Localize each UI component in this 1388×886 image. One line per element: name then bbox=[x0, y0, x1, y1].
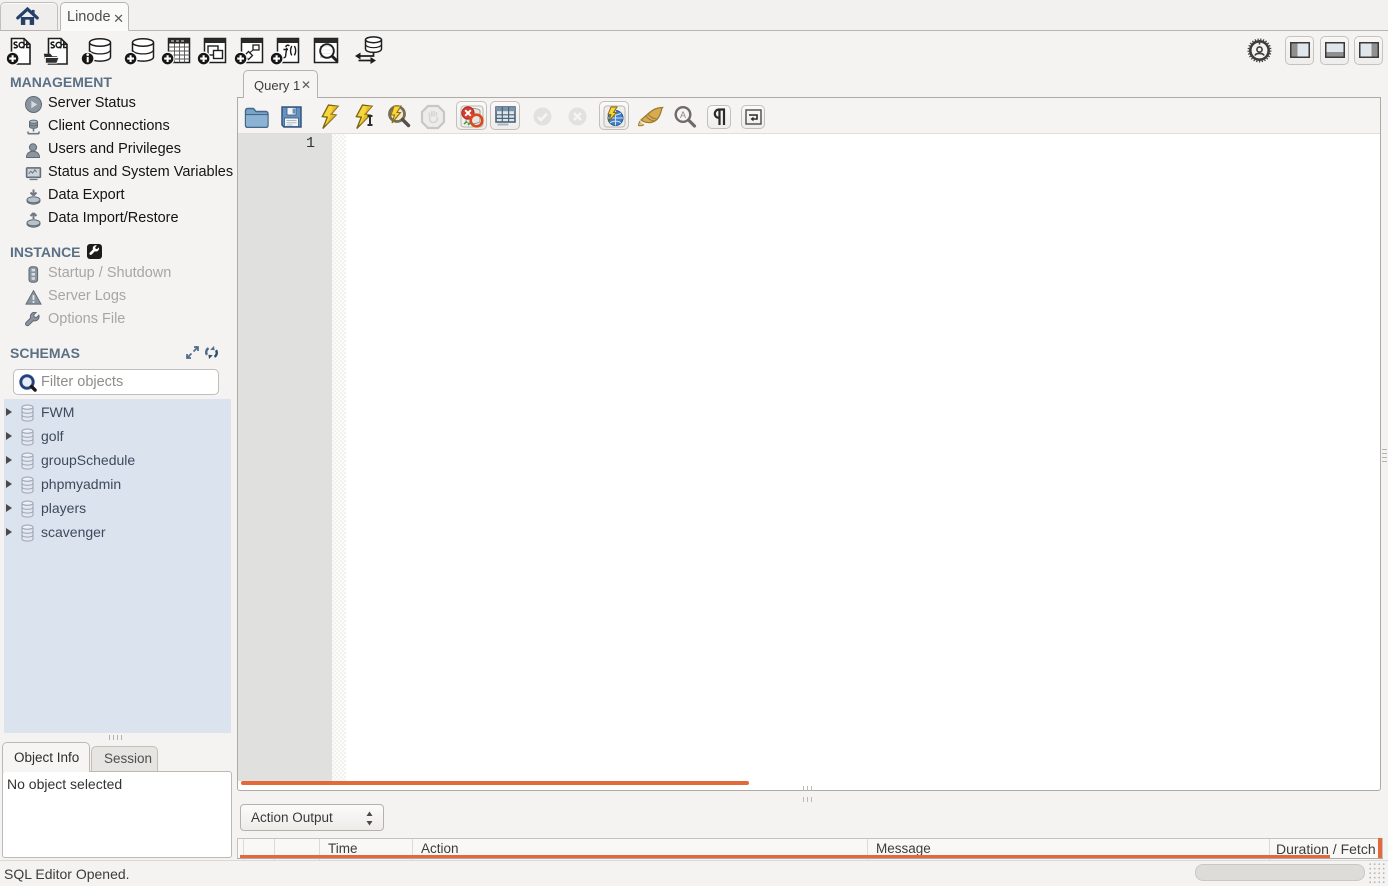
svg-text:A: A bbox=[680, 110, 686, 120]
